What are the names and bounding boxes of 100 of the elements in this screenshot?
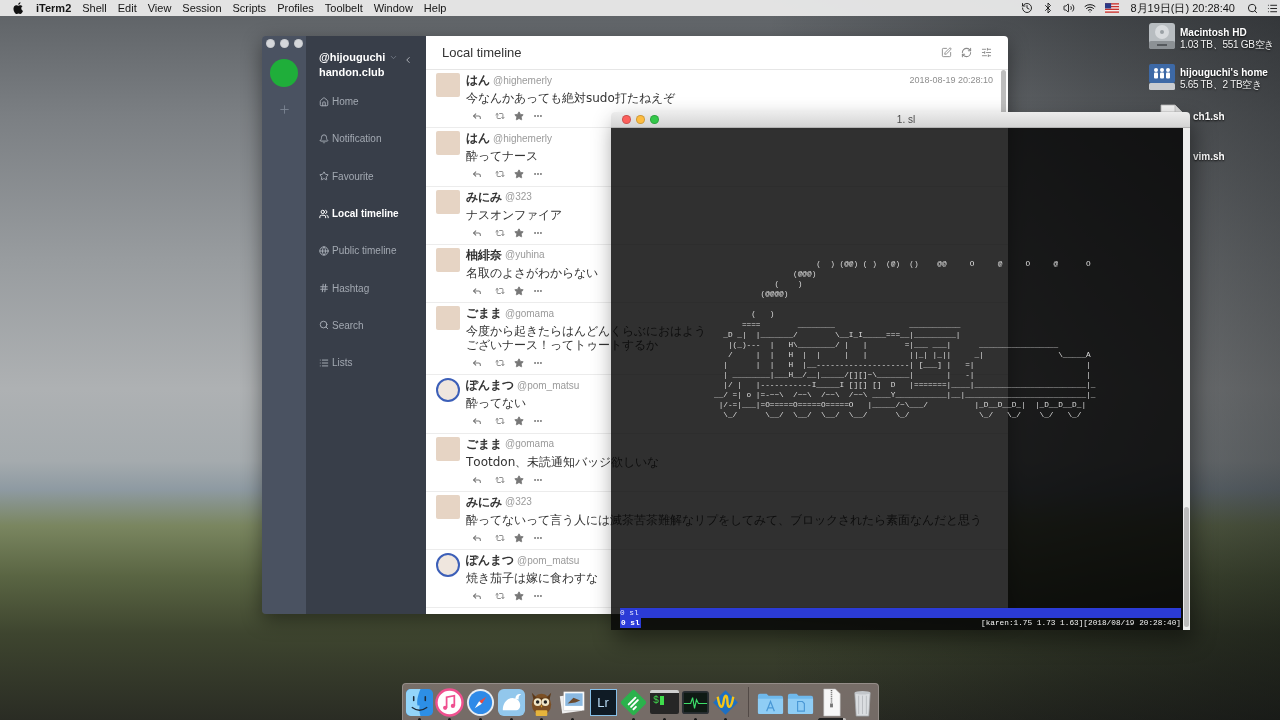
hard-drive-icon[interactable] (1148, 22, 1176, 50)
scrollbar-thumb[interactable] (1001, 70, 1006, 112)
search-icon[interactable] (1247, 2, 1258, 14)
user-handle: @323 (505, 191, 532, 202)
icon-label: vim.sh (1193, 151, 1225, 163)
repeat-icon[interactable] (495, 111, 505, 121)
user-handle: @highemerly (493, 132, 553, 144)
app-menu[interactable]: iTerm2 (36, 2, 72, 14)
lr-tile-icon[interactable]: Lr (589, 688, 617, 716)
user-name: ぽんまつ (466, 378, 514, 393)
repeat-icon[interactable] (495, 532, 505, 543)
account-avatar[interactable] (270, 59, 298, 87)
hash-icon (319, 283, 329, 294)
close-button[interactable] (622, 115, 631, 124)
star-icon[interactable] (514, 169, 524, 180)
user-name: 柚緋奈 (466, 247, 502, 262)
repeat-icon[interactable] (495, 227, 505, 238)
chevron-left-icon[interactable] (403, 55, 413, 65)
star-icon[interactable] (514, 285, 524, 296)
menu-clock[interactable]: 8月19日(日) 20:28:40 (1130, 0, 1235, 16)
nav-item[interactable]: Local timeline (319, 194, 399, 233)
zoom-button[interactable] (650, 115, 659, 124)
reply-icon[interactable] (472, 227, 482, 238)
repeat-icon[interactable] (495, 474, 505, 485)
reply-icon[interactable] (472, 416, 482, 427)
repeat-icon[interactable] (495, 591, 505, 601)
repeat-icon[interactable] (495, 285, 505, 296)
reply-icon[interactable] (472, 111, 482, 121)
window-title: 1. sl (896, 114, 916, 125)
star-icon (319, 171, 329, 182)
user-handle: @pom_matsu (517, 554, 580, 566)
nav-item[interactable]: Hashtag (319, 269, 370, 307)
music-note-icon[interactable] (435, 687, 465, 717)
nav-item[interactable]: Lists (319, 344, 353, 382)
star-icon[interactable] (514, 532, 524, 543)
star-icon[interactable] (514, 358, 524, 368)
user-name: みにみ (466, 494, 502, 509)
menu-item[interactable]: Toolbelt (324, 2, 363, 14)
user-name: みにみ (466, 189, 502, 204)
repeat-icon[interactable] (495, 169, 505, 180)
bell-icon (319, 133, 329, 144)
reply-icon[interactable] (472, 358, 482, 368)
clock-arrow-icon[interactable] (1021, 2, 1034, 14)
scrollbar-track[interactable] (1183, 128, 1190, 630)
avatar-placeholder[interactable] (436, 378, 460, 403)
icon-label: ch1.sh (1193, 111, 1225, 123)
list-icon[interactable] (1267, 2, 1278, 14)
list-icon (319, 357, 329, 368)
star-icon[interactable] (514, 591, 524, 601)
edit-icon[interactable] (941, 47, 952, 58)
post-text: 酔ってない (466, 396, 526, 411)
menu-item[interactable]: Session (182, 2, 222, 14)
repeat-icon[interactable] (495, 358, 505, 368)
post-text: 今なんかあっても絶対sudo打たねえぞ (466, 91, 675, 105)
menu-item[interactable]: Window (373, 2, 413, 14)
whale-icon[interactable] (496, 687, 526, 717)
reply-icon[interactable] (472, 474, 482, 485)
document-icon[interactable] (1160, 104, 1183, 112)
menu-item[interactable]: Edit (117, 2, 137, 14)
menu-item[interactable]: Profiles (277, 2, 314, 14)
user-handle: @gomama (505, 307, 555, 319)
wifi-icon[interactable] (1084, 2, 1097, 14)
repeat-icon[interactable] (495, 416, 505, 427)
star-icon[interactable] (514, 227, 524, 238)
reply-icon[interactable] (472, 532, 482, 543)
nav-item[interactable]: Search (319, 306, 364, 345)
two-tone-face-icon[interactable] (404, 687, 434, 717)
menu-item[interactable]: Shell (82, 2, 107, 14)
nav-item[interactable]: Favourite (319, 157, 374, 195)
feed-diamond-icon[interactable] (619, 687, 649, 717)
compass-icon[interactable] (465, 687, 495, 717)
star-icon[interactable] (514, 416, 524, 427)
nav-item[interactable]: Home (319, 83, 359, 121)
menu-item[interactable]: Help (423, 2, 447, 14)
reply-icon[interactable] (472, 285, 482, 296)
star-icon[interactable] (514, 474, 524, 485)
scrollbar-thumb[interactable] (1184, 507, 1189, 627)
speaker-icon[interactable] (1063, 2, 1076, 14)
apple-icon[interactable] (13, 2, 23, 14)
post-text: ナスオンファイア (466, 207, 562, 222)
avatar-placeholder[interactable] (436, 553, 460, 577)
icon-detail: 5.65 TB、2 TB空き (1180, 79, 1263, 91)
flag-icon[interactable] (1105, 3, 1120, 13)
refresh-icon[interactable] (961, 47, 972, 58)
nav-item[interactable]: Notification (319, 120, 382, 158)
menu-item[interactable]: Scripts (232, 2, 267, 14)
icon-detail: 1.03 TB、551 GB空き (1180, 39, 1274, 51)
star-icon[interactable] (514, 111, 524, 121)
nav-item[interactable]: Public timeline (319, 232, 397, 270)
sliders-icon[interactable] (981, 47, 992, 58)
terminal-icon[interactable]: $ (650, 690, 679, 714)
post-text: 焼き茄子は嫁に食わすな (466, 571, 598, 585)
account-handle: @hijouguchi (319, 50, 387, 65)
reply-icon[interactable] (472, 169, 482, 180)
chevron-down-icon[interactable] (389, 53, 398, 62)
account-instance: handon.club (319, 65, 386, 80)
reply-icon[interactable] (472, 591, 482, 601)
add-icon[interactable] (277, 103, 291, 116)
menu-item[interactable]: View (147, 2, 172, 14)
network-drive-icon[interactable] (1148, 63, 1176, 91)
